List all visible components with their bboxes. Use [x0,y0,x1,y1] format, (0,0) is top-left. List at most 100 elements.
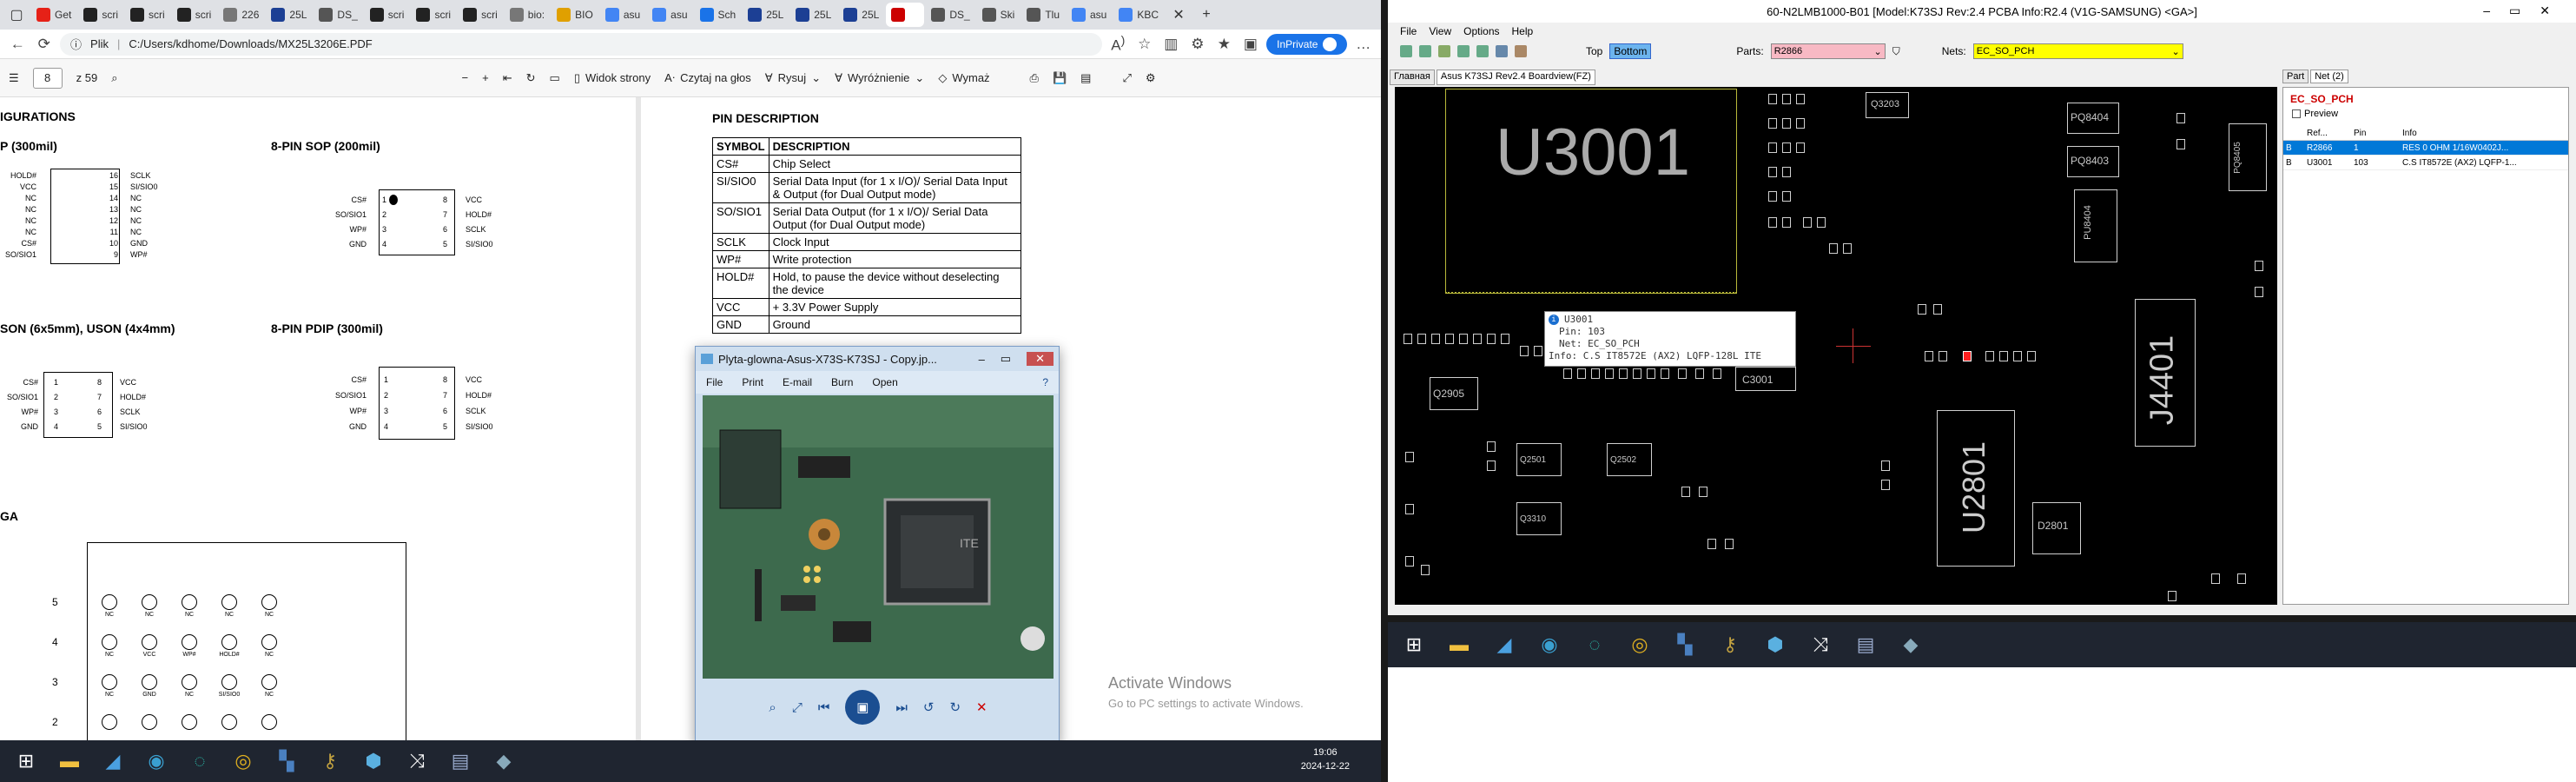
clear-filter-icon[interactable]: ⛉ [1892,45,1900,58]
tab-home[interactable]: Главная [1390,70,1435,85]
component-pu8404[interactable] [2074,189,2117,262]
browser-tab[interactable]: 226 [218,3,264,27]
browser-tab[interactable]: Ski [977,3,1020,27]
python-icon[interactable]: ▚ [269,744,304,779]
browser-tab[interactable]: scri [78,3,123,27]
tab-actions-icon[interactable]: ▢ [3,6,30,23]
next-icon[interactable]: ⏭ [895,700,908,715]
menu-view[interactable]: View [1429,25,1451,37]
help-icon[interactable]: ? [1042,376,1048,388]
zoom-out-button[interactable]: − [462,71,469,84]
nets-combo[interactable]: EC_SO_PCH ⌄ [1972,43,2183,59]
browser-tab[interactable]: KBC [1113,3,1164,27]
bottom-button[interactable]: Bottom [1609,43,1652,59]
open-icon[interactable] [1400,45,1412,57]
browser-tab[interactable]: Sch [695,3,742,27]
page-fit-icon[interactable]: ▭ [550,71,560,85]
browser-tab[interactable]: Get [31,3,76,27]
more-icon[interactable]: … [1352,36,1374,53]
favorites-bar-icon[interactable]: ★ [1213,36,1235,53]
settings-icon[interactable]: ⚙ [1146,71,1156,85]
top-button[interactable]: Top [1586,45,1602,57]
network-icon[interactable]: ⚷ [313,744,347,779]
browser-tab[interactable]: 25L [743,3,789,27]
zoom-in-button[interactable]: + [482,71,489,84]
app-icon[interactable]: ◉ [139,744,174,779]
rotate-left-icon[interactable]: ↺ [923,699,935,715]
browser-tab[interactable]: BIO [552,3,598,27]
photo-viewer-icon[interactable]: ▤ [1848,627,1883,662]
col-ref[interactable]: Ref... [2304,129,2351,138]
browser-tab[interactable]: scri [458,3,503,27]
shuffle-icon[interactable]: ⤨ [400,744,434,779]
tab-net[interactable]: Net (2) [2310,70,2348,83]
start-icon[interactable]: ⊞ [1397,627,1431,662]
tab-board[interactable]: Asus K73SJ Rev2.4 Boardview(FZ) [1436,70,1595,85]
network-icon[interactable]: ⚷ [1713,627,1747,662]
browser-tab[interactable]: scri [365,3,410,27]
erase-button[interactable]: ◇ Wymaż [938,71,989,85]
new-tab-button[interactable]: + [1193,7,1219,23]
menu-file[interactable]: File [706,376,723,388]
browser-tab[interactable]: Tlu [1021,3,1065,27]
tab-part[interactable]: Part [2282,70,2309,83]
app-icon[interactable]: ◉ [1532,627,1567,662]
chrome-icon[interactable]: ◎ [1622,627,1657,662]
reload-icon[interactable] [1419,45,1431,57]
delete-icon[interactable]: ✕ [976,699,987,715]
app-icon[interactable]: ◢ [1487,627,1522,662]
close-button[interactable]: ✕ [1027,352,1054,366]
photo-viewer-icon[interactable]: ▤ [443,744,478,779]
back-icon[interactable]: ← [7,36,29,53]
browser-tab[interactable]: 25L [838,3,884,27]
col-info[interactable]: Info [2400,129,2556,138]
read-aloud-icon[interactable]: A) [1107,34,1129,55]
highlight-button[interactable]: ∀ Wyróżnienie ⌄ [835,71,924,85]
fit-icon[interactable]: ⇤ [503,71,512,85]
close-tab-icon[interactable]: ✕ [1166,6,1192,23]
menu-email[interactable]: E-mail [783,376,812,388]
edge-icon[interactable]: ◌ [182,744,217,779]
search-icon[interactable]: ⌕ [111,71,117,85]
zoom-fit-icon[interactable] [1438,45,1450,57]
col-pin[interactable]: Pin [2351,129,2400,138]
chrome-icon[interactable]: ◎ [226,744,261,779]
maximize-button[interactable]: ▭ [1001,352,1011,366]
app-icon[interactable]: ◆ [486,744,521,779]
browser-tab[interactable]: 25L [790,3,836,27]
url-field[interactable]: ⓘ Plik | C:/Users/kdhome/Downloads/MX25L… [60,32,1103,56]
browser-tab[interactable]: DS_ [314,3,362,27]
split-screen-icon[interactable]: ▥ [1160,36,1182,53]
draw-button[interactable]: ∀ Rysuj ⌄ [765,71,821,85]
menu-open[interactable]: Open [872,376,897,388]
window-controls[interactable]: –▭✕ [2483,3,2569,18]
inprivate-badge[interactable]: InPrivate [1266,33,1348,55]
browser-tab[interactable]: scri [172,3,217,27]
app-icon[interactable]: ◆ [1893,627,1928,662]
board-canvas[interactable]: U3001 J4401 U2801 PQ8404 PQ8403 PU8404 P… [1395,87,2277,605]
preview-checkbox[interactable]: Preview [2283,107,2568,121]
menu-print[interactable]: Print [742,376,763,388]
browser-tab[interactable]: asu [647,3,692,27]
page-number-input[interactable]: 8 [32,67,63,89]
net-row[interactable]: B R2866 1 RES 0 OHM 1/16W0402J... [2283,141,2568,156]
zoom-icon[interactable]: ⌕ [769,700,776,715]
favorite-icon[interactable]: ☆ [1134,36,1156,53]
edge-icon[interactable]: ◌ [1577,627,1612,662]
rotate-icon[interactable] [1515,45,1527,57]
browser-tab[interactable]: asu [600,3,645,27]
browser-tab[interactable]: DS_ [926,3,974,27]
fullscreen-icon[interactable]: ⤢ [1122,71,1131,85]
clock[interactable]: 19:06 2024-12-22 [1301,746,1350,773]
extensions-icon[interactable]: ⚙ [1187,36,1209,53]
menu-file[interactable]: File [1400,25,1417,37]
file-explorer-icon[interactable]: ▬ [1442,627,1476,662]
previous-icon[interactable]: ⏮ [818,700,830,715]
print-icon[interactable]: ⎙ [1030,71,1039,85]
menu-options[interactable]: Options [1463,25,1499,37]
read-aloud-button[interactable]: Aᐧ Czytaj na głos [664,71,751,85]
save-icon[interactable]: 💾 [1053,71,1067,85]
page-view-button[interactable]: ▯ Widok strony [574,71,651,85]
rotate-right-icon[interactable]: ↻ [949,699,961,715]
actual-size-icon[interactable]: ⤢ [792,700,803,715]
